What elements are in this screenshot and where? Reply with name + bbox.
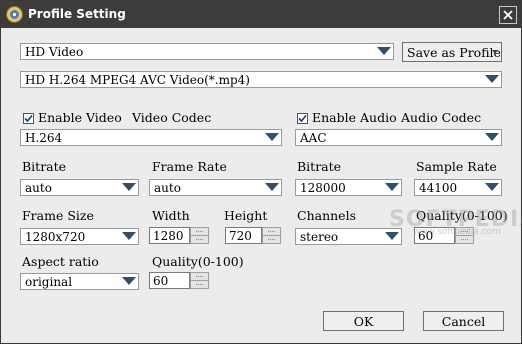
- audio-bitrate-value: 128000: [300, 181, 346, 195]
- width-label: Width: [152, 208, 190, 223]
- decrement-icon[interactable]: [191, 236, 208, 243]
- chevron-down-icon[interactable]: [122, 277, 136, 285]
- enable-video-checkbox[interactable]: [23, 113, 34, 124]
- width-spin-buttons[interactable]: [190, 227, 209, 244]
- sample-rate-select[interactable]: 44100: [414, 179, 502, 196]
- channels-label: Channels: [297, 208, 356, 223]
- increment-icon[interactable]: [191, 228, 208, 236]
- chevron-down-icon[interactable]: [485, 183, 499, 191]
- close-icon: [503, 10, 513, 20]
- video-quality-value: 60: [153, 274, 169, 288]
- video-quality-stepper[interactable]: 60: [149, 272, 210, 289]
- save-as-profile-button[interactable]: Save as Profile: [402, 42, 502, 62]
- width-input[interactable]: 1280: [149, 227, 190, 244]
- increment-icon[interactable]: [263, 228, 280, 236]
- video-codec-select[interactable]: H.264: [20, 129, 282, 146]
- height-input[interactable]: 720: [225, 227, 262, 244]
- width-stepper[interactable]: 1280: [149, 227, 210, 244]
- enable-audio-label[interactable]: Enable Audio: [312, 110, 397, 125]
- sample-rate-value: 44100: [419, 181, 458, 195]
- video-codec-label: Video Codec: [132, 110, 212, 125]
- output-format-value: HD H.264 MPEG4 AVC Video(*.mp4): [25, 73, 250, 87]
- decrement-icon[interactable]: [456, 236, 473, 243]
- height-stepper[interactable]: 720: [225, 227, 282, 244]
- height-spin-buttons[interactable]: [262, 227, 281, 244]
- ok-label: OK: [353, 313, 374, 329]
- height-label: Height: [224, 208, 268, 223]
- ok-button[interactable]: OK: [323, 311, 404, 331]
- check-icon: [298, 114, 307, 123]
- aspect-ratio-label: Aspect ratio: [22, 254, 99, 269]
- video-bitrate-label: Bitrate: [22, 159, 67, 174]
- frame-size-label: Frame Size: [22, 208, 94, 223]
- video-quality-spin-buttons[interactable]: [190, 272, 209, 289]
- channels-value: stereo: [300, 230, 339, 244]
- profile-setting-dialog: Profile Setting HD Video Save as Profile…: [0, 0, 522, 344]
- channels-select[interactable]: stereo: [295, 228, 402, 245]
- frame-size-value: 1280x720: [25, 230, 86, 244]
- app-icon: [6, 6, 23, 23]
- frame-rate-value: auto: [154, 181, 181, 195]
- aspect-ratio-select[interactable]: original: [20, 273, 139, 290]
- softpedia-watermark-url: www.softpedia.com: [413, 227, 501, 237]
- audio-bitrate-label: Bitrate: [297, 159, 342, 174]
- chevron-down-icon[interactable]: [122, 232, 136, 240]
- cancel-label: Cancel: [441, 313, 486, 329]
- frame-size-select[interactable]: 1280x720: [20, 228, 139, 245]
- sample-rate-label: Sample Rate: [416, 159, 497, 174]
- window-title: Profile Setting: [28, 7, 126, 21]
- width-value: 1280: [153, 229, 184, 243]
- video-quality-input[interactable]: 60: [149, 272, 190, 289]
- enable-audio-checkbox[interactable]: [297, 113, 308, 124]
- profile-category-select[interactable]: HD Video: [20, 43, 394, 60]
- chevron-down-icon[interactable]: [385, 232, 399, 240]
- cancel-button[interactable]: Cancel: [423, 311, 504, 331]
- video-codec-value: H.264: [25, 131, 63, 145]
- decrement-icon[interactable]: [191, 281, 208, 288]
- profile-category-value: HD Video: [25, 45, 84, 59]
- video-bitrate-select[interactable]: auto: [20, 179, 139, 196]
- chevron-down-icon[interactable]: [377, 47, 391, 55]
- chevron-down-icon: [492, 50, 498, 54]
- video-quality-label: Quality(0-100): [152, 254, 244, 269]
- chevron-down-icon[interactable]: [385, 183, 399, 191]
- decrement-icon[interactable]: [263, 236, 280, 243]
- frame-rate-select[interactable]: auto: [149, 179, 282, 196]
- chevron-down-icon[interactable]: [265, 183, 279, 191]
- chevron-down-icon[interactable]: [122, 183, 136, 191]
- output-format-select[interactable]: HD H.264 MPEG4 AVC Video(*.mp4): [20, 71, 502, 88]
- frame-rate-label: Frame Rate: [152, 159, 227, 174]
- aspect-ratio-value: original: [25, 275, 73, 289]
- chevron-down-icon[interactable]: [265, 133, 279, 141]
- audio-codec-label: Audio Codec: [401, 110, 482, 125]
- increment-icon[interactable]: [191, 273, 208, 281]
- audio-codec-select[interactable]: AAC: [295, 129, 502, 146]
- save-as-profile-label: Save as Profile: [407, 44, 501, 60]
- video-bitrate-value: auto: [25, 181, 52, 195]
- chevron-down-icon[interactable]: [485, 133, 499, 141]
- close-button[interactable]: [499, 6, 517, 24]
- audio-codec-value: AAC: [300, 131, 327, 145]
- enable-video-label[interactable]: Enable Video: [38, 110, 122, 125]
- chevron-down-icon[interactable]: [485, 75, 499, 83]
- height-value: 720: [229, 229, 252, 243]
- audio-bitrate-select[interactable]: 128000: [295, 179, 402, 196]
- title-bar: Profile Setting: [1, 1, 521, 28]
- check-icon: [24, 114, 33, 123]
